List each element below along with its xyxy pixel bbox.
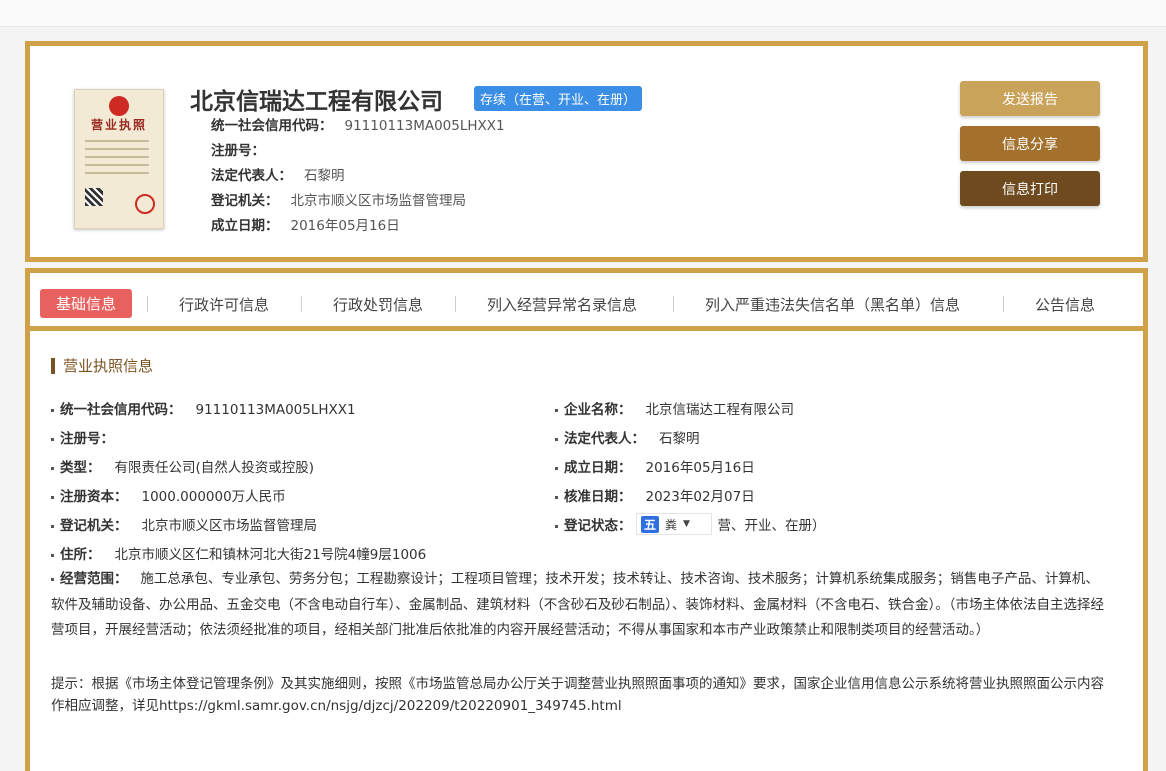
seal-icon: [135, 194, 155, 214]
ime-mode-icon[interactable]: 五: [641, 515, 660, 533]
qr-code-icon: [85, 188, 103, 206]
header-legal-rep-label: 法定代表人：: [211, 168, 292, 184]
info-label: 注册资本：: [60, 489, 128, 505]
info-label: 成立日期：: [564, 460, 632, 476]
license-title: 营业执照: [90, 118, 147, 132]
company-header-card: 营业执照 北京信瑞达工程有限公司 存续（在营、开业、在册） 统一社会信用代码： 9…: [25, 41, 1148, 262]
info-label: 类型：: [60, 460, 101, 476]
ime-toolbar[interactable]: 五 粪 ▼: [636, 513, 712, 535]
bullet-icon: [555, 466, 558, 470]
business-scope: 经营范围： 施工总承包、专业承包、劳务分包；工程勘察设计；工程项目管理；技术开发…: [51, 567, 1106, 644]
header-founded-label: 成立日期：: [211, 218, 279, 234]
bullet-icon: [51, 408, 54, 412]
national-emblem-icon: [109, 96, 129, 116]
info-value: 北京信瑞达工程有限公司: [645, 402, 795, 418]
info-row-type: 类型： 有限责任公司(自然人投资或控股): [51, 456, 314, 476]
print-info-button[interactable]: 信息打印: [960, 171, 1100, 206]
license-line: [85, 172, 149, 174]
info-value: 1000.000000万人民币: [141, 489, 286, 505]
info-label: 住所：: [60, 547, 101, 563]
bullet-icon: [555, 437, 558, 441]
bullet-icon: [555, 495, 558, 499]
info-value: 91110113MA005LHXX1: [195, 402, 356, 418]
top-strip: [0, 0, 1166, 27]
tab-separator: [147, 296, 148, 312]
tab-blacklist[interactable]: 列入严重违法失信名单（黑名单）信息: [705, 294, 960, 315]
info-value: 北京市顺义区仁和镇林河北大街21号院4幢9层1006: [114, 547, 427, 563]
license-line: [85, 140, 149, 142]
bullet-icon: [51, 466, 54, 470]
license-line: [85, 164, 149, 166]
scope-text: 施工总承包、专业承包、劳务分包；工程勘察设计；工程项目管理；技术开发；技术转让、…: [51, 571, 1104, 638]
info-value: 营、开业、在册）: [717, 518, 826, 534]
share-info-button[interactable]: 信息分享: [960, 126, 1100, 161]
business-license-thumbnail[interactable]: 营业执照: [74, 89, 164, 229]
tab-separator: [301, 296, 302, 312]
info-row-credit-code: 统一社会信用代码： 91110113MA005LHXX1: [51, 398, 356, 418]
info-row-authority: 登记机关： 北京市顺义区市场监督管理局: [51, 514, 317, 534]
bullet-icon: [51, 524, 54, 528]
header-legal-rep-row: 法定代表人： 石黎明: [211, 164, 345, 184]
section-title: 营业执照信息: [51, 358, 153, 374]
info-row-reg-no: 注册号：: [51, 427, 128, 447]
bullet-icon: [555, 408, 558, 412]
license-line: [85, 156, 149, 158]
info-label: 法定代表人：: [564, 431, 645, 447]
header-reg-no-row: 注册号：: [211, 139, 277, 159]
header-credit-code-row: 统一社会信用代码： 91110113MA005LHXX1: [211, 114, 505, 134]
tab-basic-info[interactable]: 基础信息: [40, 289, 133, 318]
license-line: [85, 148, 149, 150]
bullet-icon: [51, 577, 54, 581]
info-label: 登记机关：: [60, 518, 128, 534]
bullet-icon: [51, 437, 54, 441]
bullet-icon: [51, 495, 54, 499]
notice-text: 提示：根据《市场主体登记管理条例》及其实施细则，按照《市场监管总局办公厅关于调整…: [51, 676, 1104, 714]
info-label: 核准日期：: [564, 489, 632, 505]
header-founded-value: 2016年05月16日: [290, 218, 400, 234]
header-authority-row: 登记机关： 北京市顺义区市场监督管理局: [211, 189, 466, 209]
header-founded-row: 成立日期： 2016年05月16日: [211, 214, 400, 234]
bullet-icon: [555, 524, 558, 528]
info-value: 2023年02月07日: [645, 489, 755, 505]
company-name: 北京信瑞达工程有限公司: [190, 89, 443, 115]
tab-separator: [673, 296, 674, 312]
tab-admin-penalty[interactable]: 行政处罚信息: [333, 294, 423, 315]
info-row-approved: 核准日期： 2023年02月07日: [555, 485, 755, 505]
tab-announcements[interactable]: 公告信息: [1035, 294, 1095, 315]
send-report-button[interactable]: 发送报告: [960, 81, 1100, 116]
scope-label: 经营范围：: [60, 571, 128, 587]
header-authority-value: 北京市顺义区市场监督管理局: [290, 193, 467, 209]
header-reg-no-label: 注册号：: [211, 143, 265, 159]
info-value: 2016年05月16日: [645, 460, 755, 476]
header-credit-code-value: 91110113MA005LHXX1: [344, 118, 505, 134]
info-label: 统一社会信用代码：: [60, 402, 182, 418]
chevron-down-icon[interactable]: ▼: [683, 519, 690, 529]
info-label: 企业名称：: [564, 402, 632, 418]
info-row-address: 住所： 北京市顺义区仁和镇林河北大街21号院4幢9层1006: [51, 543, 426, 563]
tab-separator: [455, 296, 456, 312]
info-row-company-name: 企业名称： 北京信瑞达工程有限公司: [555, 398, 794, 418]
header-legal-rep-value: 石黎明: [304, 168, 345, 184]
tab-admin-license[interactable]: 行政许可信息: [179, 294, 269, 315]
tab-abnormal-list[interactable]: 列入经营异常名录信息: [487, 294, 637, 315]
info-value: 石黎明: [659, 431, 700, 447]
status-badge: 存续（在营、开业、在册）: [474, 86, 643, 111]
info-row-legal-rep: 法定代表人： 石黎明: [555, 427, 700, 447]
header-authority-label: 登记机关：: [211, 193, 279, 209]
bullet-icon: [51, 553, 54, 557]
info-row-founded: 成立日期： 2016年05月16日: [555, 456, 755, 476]
tab-bar: 基础信息 行政许可信息 行政处罚信息 列入经营异常名录信息 列入严重违法失信名单…: [25, 268, 1148, 332]
tab-separator: [1003, 296, 1004, 312]
license-info-card: 营业执照信息 统一社会信用代码： 91110113MA005LHXX1 注册号： …: [25, 326, 1148, 771]
info-value: 有限责任公司(自然人投资或控股): [114, 460, 315, 476]
info-label: 注册号：: [60, 431, 114, 447]
ime-label: 粪: [665, 517, 678, 532]
info-row-capital: 注册资本： 1000.000000万人民币: [51, 485, 286, 505]
info-label: 登记状态：: [564, 518, 632, 534]
header-credit-code-label: 统一社会信用代码：: [211, 118, 333, 134]
info-value: 北京市顺义区市场监督管理局: [141, 518, 318, 534]
